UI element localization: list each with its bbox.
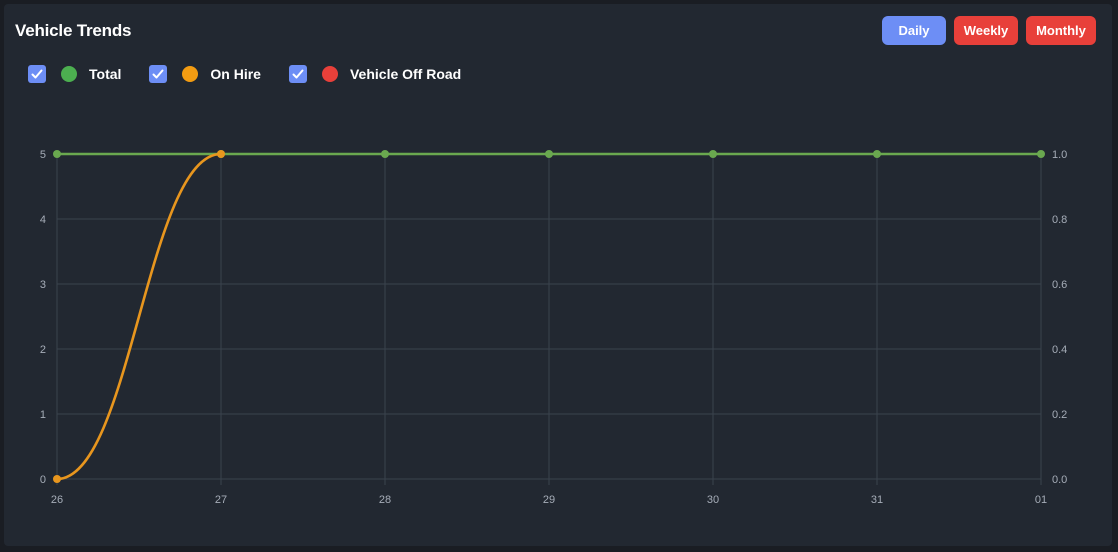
total-data-point (381, 150, 389, 158)
x-tick-label: 29 (543, 494, 555, 506)
x-tick-label: 27 (215, 494, 227, 506)
total-data-point (545, 150, 553, 158)
y-tick-label-right: 0.2 (1052, 409, 1067, 421)
y-tick-label-left: 3 (40, 279, 46, 291)
x-tick-label: 30 (707, 494, 719, 506)
y-tick-label-left: 0 (40, 474, 46, 486)
y-tick-label-left: 4 (40, 214, 46, 226)
x-tick-label: 26 (51, 494, 63, 506)
x-tick-label: 28 (379, 494, 391, 506)
total-data-point (53, 150, 61, 158)
total-data-point (709, 150, 717, 158)
line-chart: 0 0.0 1 0.2 2 0.4 3 0.6 4 0.8 5 1.0 26 27 28 29 30 31 01 (40, 149, 1067, 506)
on-hire-data-point (217, 150, 225, 158)
y-tick-label-right: 0.6 (1052, 279, 1067, 291)
x-tick-label: 31 (871, 494, 883, 506)
on-hire-data-point (53, 475, 61, 483)
y-tick-label-right: 0.8 (1052, 214, 1067, 226)
y-tick-label-right: 0.4 (1052, 344, 1067, 356)
y-tick-label-left: 2 (40, 344, 46, 356)
y-tick-label-left: 1 (40, 409, 46, 421)
y-tick-label-left: 5 (40, 149, 46, 161)
y-tick-label-right: 1.0 (1052, 149, 1067, 161)
total-data-point (873, 150, 881, 158)
x-tick-label: 01 (1035, 494, 1047, 506)
total-data-point (1037, 150, 1045, 158)
y-tick-label-right: 0.0 (1052, 474, 1067, 486)
on-hire-series-line (55, 152, 223, 481)
